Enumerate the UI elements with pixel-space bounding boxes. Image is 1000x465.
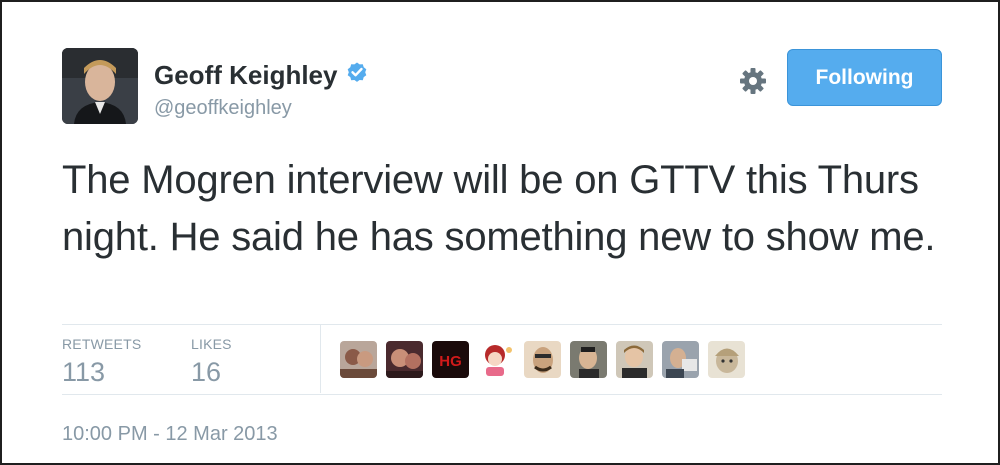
author-name-row[interactable]: Geoff Keighley [154, 60, 369, 91]
stats-separator [320, 325, 321, 393]
liker-avatar[interactable] [616, 341, 653, 378]
tweet-timestamp[interactable]: 10:00 PM - 12 Mar 2013 [62, 423, 278, 446]
liker-avatar[interactable] [524, 341, 561, 378]
likes-label: LIKES [191, 336, 232, 352]
following-button[interactable]: Following [787, 49, 942, 106]
gear-icon[interactable] [737, 65, 769, 97]
retweets-label: RETWEETS [62, 336, 142, 352]
verified-badge-icon [345, 60, 369, 91]
liker-avatar[interactable] [340, 341, 377, 378]
likers-list: HG [340, 341, 745, 378]
tweet-text: The Mogren interview will be on GTTV thi… [62, 158, 936, 259]
likes-stat[interactable]: LIKES 16 [191, 336, 232, 388]
author-name[interactable]: Geoff Keighley [154, 60, 337, 91]
author-handle[interactable]: @geoffkeighley [154, 97, 292, 120]
liker-avatar[interactable] [478, 341, 515, 378]
liker-avatar[interactable] [662, 341, 699, 378]
timestamp-divider [62, 394, 942, 395]
retweets-stat[interactable]: RETWEETS 113 [62, 336, 141, 388]
retweets-count: 113 [62, 357, 106, 387]
tweet-card: Geoff Keighley @geoffkeighley Following … [0, 0, 1000, 465]
liker-badge: HG [439, 353, 462, 370]
liker-avatar-hg[interactable]: HG [432, 341, 469, 378]
stats-top-divider [62, 324, 942, 325]
author-avatar[interactable] [62, 48, 138, 124]
liker-avatar[interactable] [570, 341, 607, 378]
liker-avatar[interactable] [708, 341, 745, 378]
likes-count: 16 [191, 357, 222, 387]
liker-avatar[interactable] [386, 341, 423, 378]
